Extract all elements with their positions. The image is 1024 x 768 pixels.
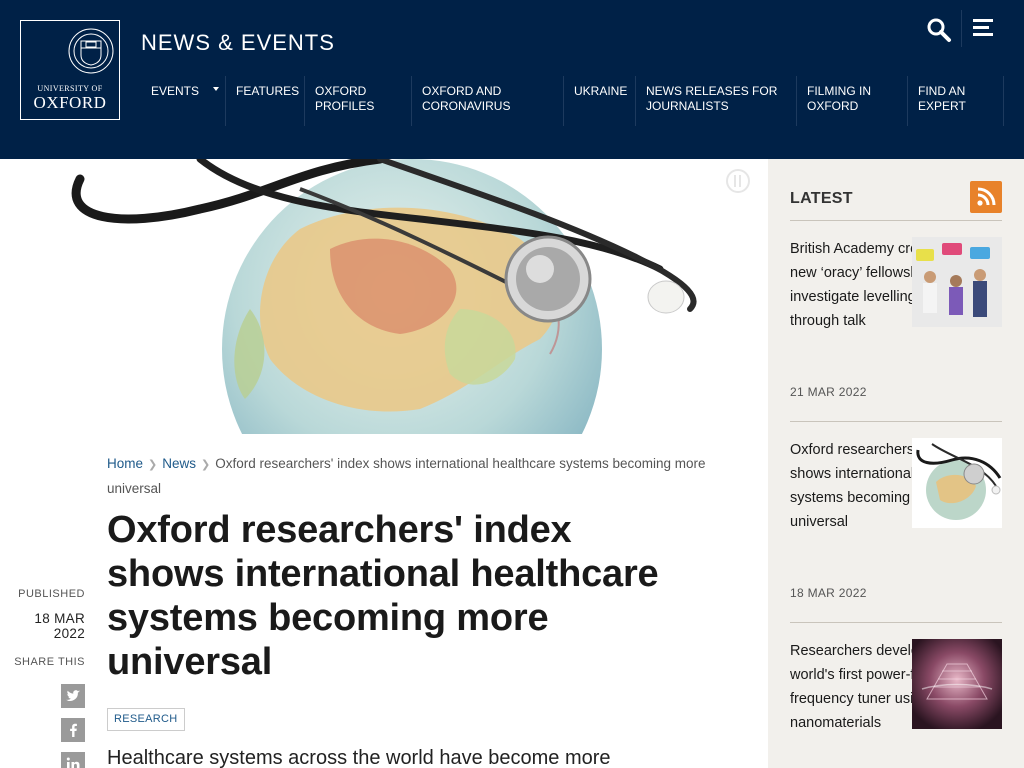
sidebar-divider [790, 622, 1002, 623]
latest-card-date: 18 MAR 2022 [790, 586, 867, 600]
share-label: SHARE THIS [14, 656, 85, 668]
nav-item-label: FIND AN EXPERT [918, 84, 966, 113]
chevron-right-icon: ❯ [201, 459, 211, 471]
header-divider [961, 10, 962, 47]
nav-item-find-an-expert[interactable]: FIND AN EXPERT [908, 76, 1004, 126]
nav-item-label: FILMING IN OXFORD [807, 84, 872, 113]
nav-item-label: FEATURES [236, 84, 300, 98]
nav-item-events[interactable]: EVENTS [141, 76, 226, 126]
latest-card-thumbnail[interactable] [912, 639, 1002, 729]
nav-item-label: OXFORD AND CORONAVIRUS [422, 84, 511, 113]
hero-image [0, 159, 768, 434]
sidebar-divider [790, 220, 1002, 221]
nav-item-features[interactable]: FEATURES [226, 76, 305, 126]
tag-research[interactable]: RESEARCH [107, 708, 185, 731]
latest-card-thumbnail[interactable] [912, 237, 1002, 327]
latest-heading: LATEST [790, 190, 853, 207]
nav-item-label: EVENTS [151, 84, 200, 98]
breadcrumb-current: Oxford researchers' index shows internat… [107, 456, 706, 496]
nav-item-filming-in-oxford[interactable]: FILMING IN OXFORD [797, 76, 908, 126]
breadcrumb-home-link[interactable]: Home [107, 456, 143, 471]
nav-item-news-releases[interactable]: NEWS RELEASES FOR JOURNALISTS [636, 76, 797, 126]
sidebar-divider [790, 421, 1002, 422]
nav-item-ukraine[interactable]: UKRAINE [564, 76, 636, 126]
breadcrumb-news-link[interactable]: News [162, 456, 196, 471]
nav-item-label: UKRAINE [574, 84, 628, 98]
nav-item-oxford-and-coronavirus[interactable]: OXFORD AND CORONAVIRUS [412, 76, 564, 126]
share-facebook-button[interactable] [61, 718, 85, 742]
logo-university-text: UNIVERSITY OF [37, 84, 103, 93]
latest-card-thumbnail[interactable] [912, 438, 1002, 528]
share-twitter-button[interactable] [61, 684, 85, 708]
site-title[interactable]: NEWS & EVENTS [141, 30, 335, 56]
nav-item-label: NEWS RELEASES FOR JOURNALISTS [646, 84, 778, 113]
article-title: Oxford researchers' index shows internat… [107, 509, 659, 683]
breadcrumb: Home ❯ News ❯ Oxford researchers' index show… [107, 452, 737, 501]
published-date: 18 MAR 2022 [34, 611, 85, 641]
linkedin-icon [66, 757, 80, 768]
oxford-logo[interactable]: UNIVERSITY OF OXFORD [20, 20, 120, 120]
published-label: PUBLISHED [18, 588, 85, 600]
chevron-right-icon: ❯ [148, 459, 158, 471]
menu-icon[interactable] [973, 19, 993, 37]
rss-icon[interactable] [970, 181, 1002, 213]
nav-item-label: OXFORD PROFILES [315, 84, 375, 113]
nav-item-oxford-profiles[interactable]: OXFORD PROFILES [305, 76, 412, 126]
share-linkedin-button[interactable] [61, 752, 85, 768]
twitter-icon [66, 690, 80, 701]
facebook-icon [70, 723, 77, 737]
logo-oxford-text: OXFORD [33, 93, 107, 112]
search-icon[interactable] [926, 17, 952, 43]
caret-down-icon [213, 87, 219, 91]
article-lead: Healthcare systems across the world have… [107, 747, 611, 768]
latest-card-date: 21 MAR 2022 [790, 385, 867, 399]
watermark-icon [725, 168, 751, 194]
